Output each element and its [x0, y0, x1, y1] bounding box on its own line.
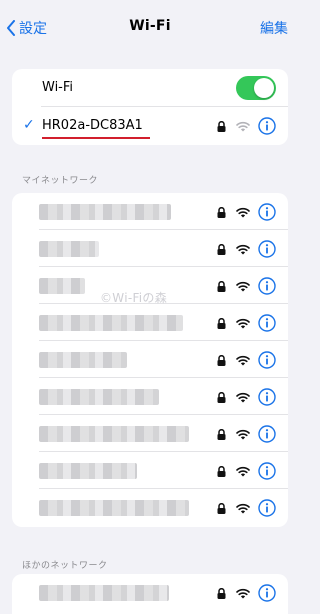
network-status-icons [217, 387, 276, 407]
other-networks-header: ほかのネットワーク [22, 561, 108, 571]
info-icon[interactable] [258, 240, 276, 258]
lock-icon [217, 317, 226, 329]
wifi-icon [236, 503, 250, 513]
network-row[interactable] [12, 341, 288, 378]
network-row[interactable] [12, 378, 288, 415]
page-title: Wi-Fi [129, 18, 171, 34]
edit-button[interactable]: 編集 [260, 18, 288, 38]
info-icon[interactable] [258, 425, 276, 443]
network-row[interactable] [12, 574, 288, 611]
blurred-network-name [39, 204, 171, 220]
lock-icon [217, 206, 226, 218]
network-status-icons [217, 350, 276, 370]
wifi-icon [236, 207, 250, 217]
network-status-icons [217, 276, 276, 296]
watermark: ©Wi-Fiの森 [100, 291, 168, 305]
lock-icon [217, 502, 226, 514]
connected-network-name: HR02a-DC83A1 [42, 118, 143, 133]
network-row[interactable] [12, 452, 288, 489]
wifi-toggle-label: Wi-Fi [42, 80, 74, 95]
network-status-icons [217, 461, 276, 481]
info-icon[interactable] [258, 462, 276, 480]
lock-icon [217, 354, 226, 366]
blurred-network-name [39, 389, 159, 405]
blurred-network-name [39, 241, 99, 257]
network-status-icons [217, 498, 276, 518]
info-icon[interactable] [258, 388, 276, 406]
lock-icon [217, 280, 226, 292]
connected-network-row[interactable]: ✓ HR02a-DC83A1 [12, 107, 288, 144]
info-icon[interactable] [258, 351, 276, 369]
blurred-network-name [39, 500, 189, 516]
wifi-icon [236, 281, 250, 291]
info-icon[interactable] [258, 584, 276, 602]
lock-icon [217, 120, 226, 132]
wifi-icon [236, 429, 250, 439]
info-icon[interactable] [258, 117, 276, 135]
blurred-network-name [39, 278, 85, 294]
toggle-knob [254, 78, 274, 98]
network-status-icons [217, 116, 276, 136]
lock-icon [217, 391, 226, 403]
info-icon[interactable] [258, 499, 276, 517]
blurred-network-name [39, 463, 137, 479]
my-networks-header: マイネットワーク [22, 176, 99, 186]
lock-icon [217, 587, 226, 599]
info-icon[interactable] [258, 203, 276, 221]
network-row[interactable] [12, 415, 288, 452]
blurred-network-name [39, 352, 127, 368]
wifi-icon [236, 588, 250, 598]
network-status-icons [217, 313, 276, 333]
network-row[interactable] [12, 304, 288, 341]
lock-icon [217, 243, 226, 255]
network-status-icons [217, 424, 276, 444]
lock-icon [217, 465, 226, 477]
network-status-icons [217, 583, 276, 603]
blurred-network-name [39, 426, 189, 442]
wifi-icon [236, 244, 250, 254]
red-underline-annotation [42, 137, 150, 139]
navigation-bar: 設定 Wi-Fi 編集 [0, 0, 300, 56]
network-row[interactable] [12, 489, 288, 526]
network-status-icons [217, 202, 276, 222]
network-row[interactable] [12, 193, 288, 230]
blurred-network-name [39, 585, 169, 601]
wifi-icon [236, 355, 250, 365]
wifi-icon [236, 466, 250, 476]
info-icon[interactable] [258, 277, 276, 295]
wifi-icon [236, 121, 250, 131]
wifi-toggle-row: Wi-Fi [12, 69, 288, 107]
my-networks-list [12, 193, 288, 527]
wifi-toggle-switch[interactable] [236, 76, 276, 100]
wifi-icon [236, 318, 250, 328]
lock-icon [217, 428, 226, 440]
wifi-icon [236, 392, 250, 402]
network-status-icons [217, 239, 276, 259]
info-icon[interactable] [258, 314, 276, 332]
wifi-status-card: Wi-Fi ✓ HR02a-DC83A1 [12, 69, 288, 145]
other-networks-list [12, 574, 288, 614]
checkmark-icon: ✓ [23, 117, 35, 133]
network-row[interactable] [12, 230, 288, 267]
blurred-network-name [39, 315, 183, 331]
